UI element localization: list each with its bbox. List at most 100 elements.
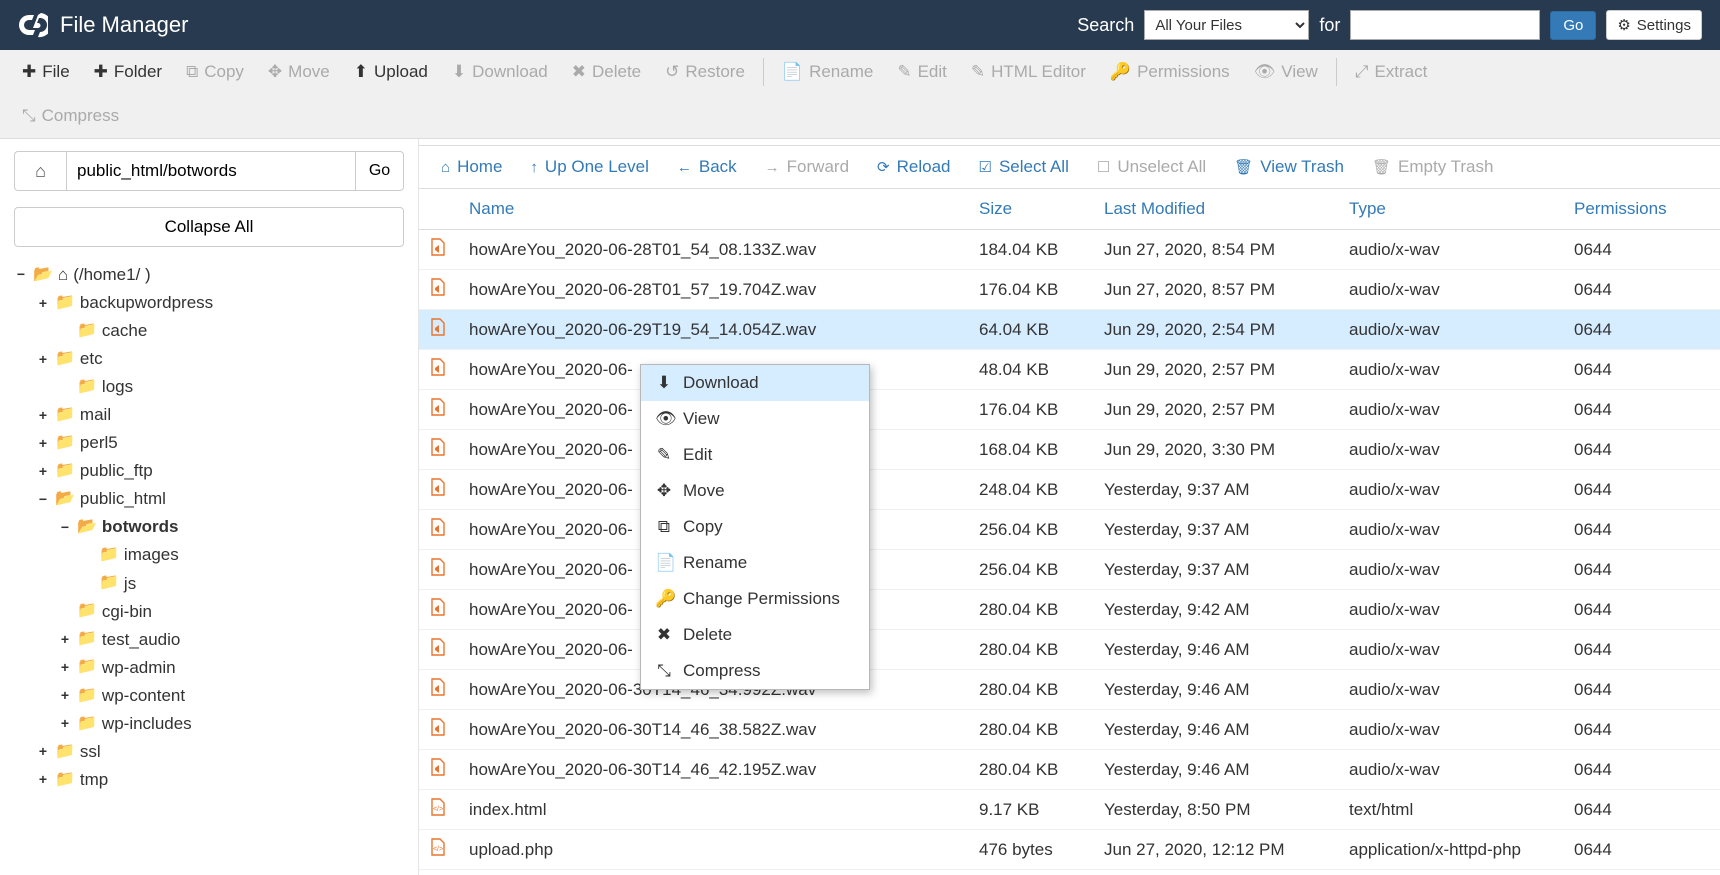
nav-back-button[interactable]: ←Back [663,151,751,183]
settings-button[interactable]: ⚙ Settings [1606,10,1702,40]
view-trash-button[interactable]: 🗑View Trash [1220,151,1358,183]
copy-button[interactable]: ⧉Copy [174,54,256,90]
ctx-rename[interactable]: 📄Rename [641,545,869,581]
ctx-change-permissions[interactable]: 🔑Change Permissions [641,581,869,617]
new-folder-button[interactable]: ✚Folder [82,54,174,90]
ctx-compress[interactable]: ⤡Compress [641,653,869,689]
delete-button[interactable]: ✖Delete [560,54,653,90]
ctx-delete[interactable]: ✖Delete [641,617,869,653]
ctx-copy[interactable]: ⧉Copy [641,509,869,545]
tree-expander[interactable]: − [36,488,50,511]
search-go-button[interactable]: Go [1550,11,1596,40]
file-row[interactable]: howAreYou_2020-06-28T01_57_19.704Z.wav17… [419,270,1720,310]
tree-expander[interactable]: + [58,628,72,651]
restore-button[interactable]: ↺Restore [653,54,757,90]
nav-forward-button[interactable]: →Forward [751,151,863,183]
rename-button[interactable]: 📄Rename [770,54,885,90]
path-input[interactable] [66,151,356,191]
search-input[interactable] [1350,10,1540,40]
search-scope-select[interactable]: All Your Files [1144,10,1309,40]
file-row[interactable]: howAreYou_2020-06-176.04 KBJun 29, 2020,… [419,390,1720,430]
download-button[interactable]: ⬇Download [440,54,560,90]
ctx-edit[interactable]: ✎Edit [641,437,869,473]
ctx-move[interactable]: ✥Move [641,473,869,509]
new-file-button[interactable]: ✚File [10,54,82,90]
file-row[interactable]: howAreYou_2020-06-48.04 KBJun 29, 2020, … [419,350,1720,390]
unselect-all-button[interactable]: ☐Unselect All [1083,151,1220,183]
tree-node[interactable]: +📁wp-includes [14,710,404,738]
tree-expander[interactable]: + [58,684,72,707]
col-header-size[interactable]: Size [969,189,1094,230]
compress-button[interactable]: ⤡Compress [10,98,131,134]
file-row[interactable]: howAreYou_2020-06-29T19_54_14.054Z.wav64… [419,310,1720,350]
file-row[interactable]: howAreYou_2020-06-28T01_54_08.133Z.wav18… [419,230,1720,270]
collapse-all-button[interactable]: Collapse All [14,207,404,247]
tree-node[interactable]: +📁public_ftp [14,457,404,485]
tree-expander[interactable]: + [36,404,50,427]
nav-up-button[interactable]: ↑Up One Level [516,151,662,183]
col-header-name[interactable]: Name [459,189,969,230]
tree-expander[interactable]: + [36,768,50,791]
tree-node[interactable]: +📁wp-admin [14,654,404,682]
move-button[interactable]: ✥Move [256,54,342,90]
file-row[interactable]: howAreYou_2020-06-280.04 KBYesterday, 9:… [419,630,1720,670]
file-table-scroll[interactable]: Name Size Last Modified Type Permissions… [419,189,1720,875]
html-editor-button[interactable]: ✎HTML Editor [959,54,1098,90]
tree-expander[interactable]: − [14,263,28,286]
tree-node[interactable]: +📁etc [14,345,404,373]
tree-node[interactable]: +📁logs [14,373,404,401]
tree-node[interactable]: +📁cache [14,317,404,345]
tree-expander[interactable]: + [36,348,50,371]
compress-icon: ⤡ [655,661,673,681]
tree-node[interactable]: −📂botwords [14,513,404,541]
tree-node[interactable]: +📁images [14,541,404,569]
tree-node[interactable]: +📁js [14,570,404,598]
file-row[interactable]: </>index.html9.17 KBYesterday, 8:50 PMte… [419,790,1720,830]
tree-node[interactable]: +📁tmp [14,766,404,794]
tree-expander[interactable]: + [36,460,50,483]
tree-node[interactable]: +📁wp-content [14,682,404,710]
nav-home-button[interactable]: ⌂Home [427,151,516,183]
tree-node[interactable]: +📁test_audio [14,626,404,654]
empty-trash-button[interactable]: 🗑Empty Trash [1358,151,1507,183]
tree-node[interactable]: −📂⌂(/home1/ ) [14,261,404,289]
file-row[interactable]: howAreYou_2020-06-30T14_46_34.992Z.wav28… [419,670,1720,710]
permissions-button[interactable]: 🔑Permissions [1098,54,1242,90]
file-row[interactable]: howAreYou_2020-06-168.04 KBJun 29, 2020,… [419,430,1720,470]
select-all-button[interactable]: ☑Select All [964,151,1082,183]
ctx-view[interactable]: 👁View [641,401,869,437]
tree-node[interactable]: +📁cgi-bin [14,598,404,626]
file-row[interactable]: </>upload.php476 bytesJun 27, 2020, 12:1… [419,830,1720,870]
ctx-download[interactable]: ⬇Download [641,365,869,401]
extract-button[interactable]: ⤢Extract [1343,54,1440,90]
view-button[interactable]: 👁View [1242,54,1330,90]
tree-expander[interactable]: − [58,516,72,539]
tree-node[interactable]: +📁perl5 [14,429,404,457]
tree-expander[interactable]: + [36,740,50,763]
col-header-type[interactable]: Type [1339,189,1564,230]
file-row[interactable]: howAreYou_2020-06-256.04 KBYesterday, 9:… [419,510,1720,550]
trash-icon: 🗑 [1234,158,1253,176]
search-label: Search [1077,15,1134,36]
tree-expander[interactable]: + [36,292,50,315]
tree-node[interactable]: +📁mail [14,401,404,429]
tree-expander[interactable]: + [58,712,72,735]
path-home-button[interactable]: ⌂ [14,151,66,191]
edit-button[interactable]: ✎Edit [885,54,959,90]
path-go-button[interactable]: Go [356,151,404,191]
file-row[interactable]: howAreYou_2020-06-256.04 KBYesterday, 9:… [419,550,1720,590]
tree-node[interactable]: +📁ssl [14,738,404,766]
file-size: 176.04 KB [969,390,1094,430]
tree-node[interactable]: +📁backupwordpress [14,289,404,317]
tree-node[interactable]: −📂public_html [14,485,404,513]
upload-button[interactable]: ⬆Upload [342,54,440,90]
col-header-modified[interactable]: Last Modified [1094,189,1339,230]
file-row[interactable]: howAreYou_2020-06-30T14_46_42.195Z.wav28… [419,750,1720,790]
col-header-permissions[interactable]: Permissions [1564,189,1720,230]
file-row[interactable]: howAreYou_2020-06-30T14_46_38.582Z.wav28… [419,710,1720,750]
tree-expander[interactable]: + [36,432,50,455]
file-row[interactable]: howAreYou_2020-06-248.04 KBYesterday, 9:… [419,470,1720,510]
nav-reload-button[interactable]: ⟳Reload [863,151,964,183]
file-row[interactable]: howAreYou_2020-06-280.04 KBYesterday, 9:… [419,590,1720,630]
tree-expander[interactable]: + [58,656,72,679]
